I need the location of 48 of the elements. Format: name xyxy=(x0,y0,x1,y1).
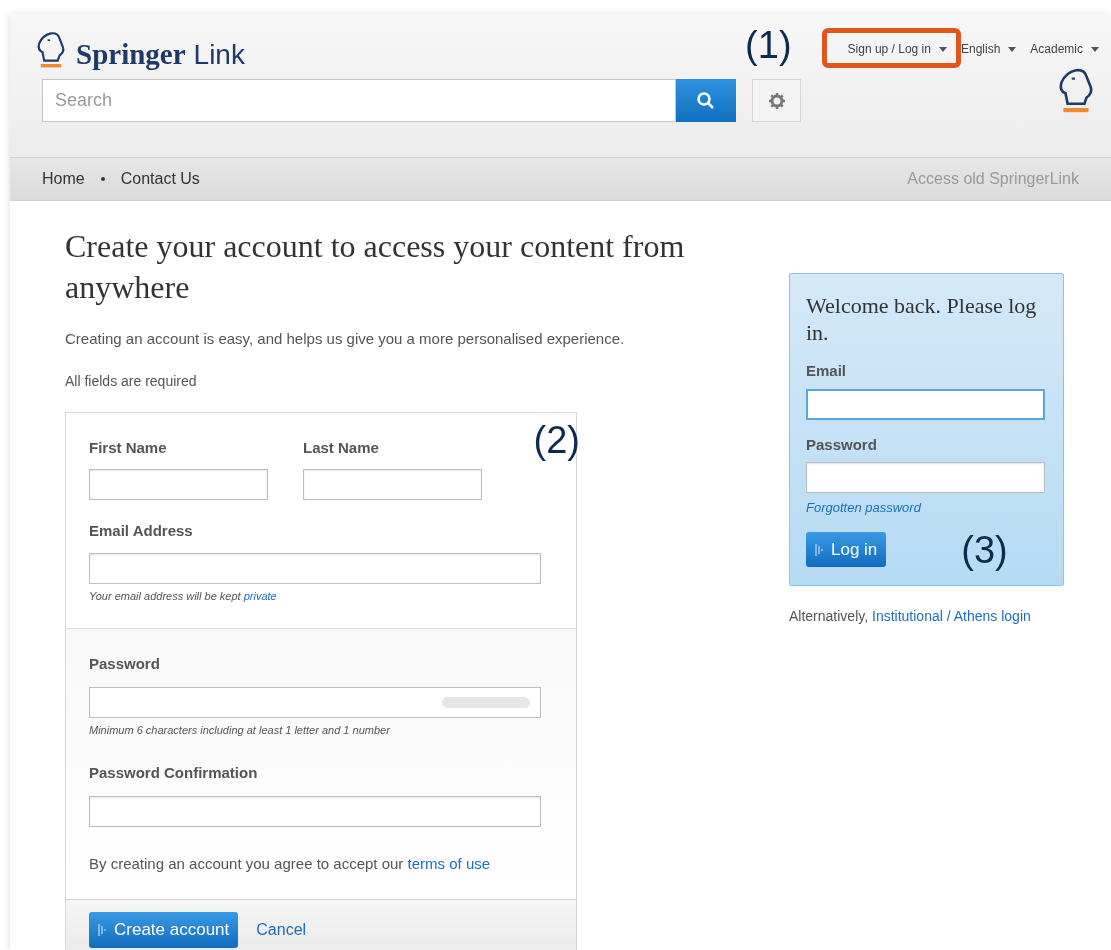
input-field[interactable] xyxy=(303,469,482,500)
field-label: Email Address xyxy=(89,521,194,541)
required-note: All fields are required xyxy=(65,371,198,391)
settings-button[interactable] xyxy=(752,79,801,123)
input-field[interactable] xyxy=(89,469,268,500)
institutional-login-link[interactable]: Institutional / Athens login xyxy=(872,607,1031,624)
terms-text: By creating an account you agree to accept our terms of use xyxy=(89,853,492,874)
create-account-button[interactable]: Create account xyxy=(89,912,239,948)
logo-text: Link xyxy=(193,41,245,70)
input-field[interactable] xyxy=(806,462,1045,493)
nav-link[interactable]: Home xyxy=(42,167,85,191)
password-field[interactable] xyxy=(89,686,541,718)
field-label: Last Name xyxy=(303,437,380,458)
menu-link[interactable]: Sign up / Log in xyxy=(847,40,947,58)
field-label: Password xyxy=(806,434,878,455)
field-label: First Name xyxy=(89,437,168,458)
login-button[interactable]: Log in xyxy=(806,532,887,567)
forgotten-password-link[interactable]: Forgotten password xyxy=(806,498,1047,518)
intro-text: Creating an account is easy, and helps us give you a more personalised experience. xyxy=(65,329,626,349)
callout-label: (1) xyxy=(745,26,792,64)
settings-icon xyxy=(767,91,786,110)
hint-text: Minimum 6 characters including at least 1 letter and 1 number xyxy=(89,722,391,738)
logo-text: Springer xyxy=(76,40,186,70)
callout-label: (2) xyxy=(533,420,580,459)
bullet-icon xyxy=(100,177,105,181)
terms-link[interactable]: terms of use xyxy=(407,854,491,872)
page-heading: Create your account to access your content from anywhere xyxy=(65,227,686,307)
search-field[interactable]: Search xyxy=(42,79,676,123)
search-button[interactable] xyxy=(676,79,736,123)
login-heading: Welcome back. Please log in. xyxy=(806,292,1038,346)
field-label: Password Confirmation xyxy=(89,763,259,783)
private-link[interactable]: private xyxy=(243,589,277,602)
caret-icon xyxy=(938,46,947,52)
menu-link[interactable]: English xyxy=(960,40,1017,58)
search-icon xyxy=(697,91,715,110)
input-field[interactable] xyxy=(806,388,1045,420)
input-field[interactable] xyxy=(89,795,541,827)
menu-link[interactable]: Academic xyxy=(1030,40,1099,58)
alternative-login-text: Alternatively, Institutional / Athens login xyxy=(789,606,1032,626)
caret-icon xyxy=(1091,46,1099,52)
caret-icon xyxy=(1008,46,1017,52)
callout-label: (3) xyxy=(961,530,1008,569)
cancel-link[interactable]: Cancel xyxy=(256,918,307,942)
field-label: Email xyxy=(806,361,848,381)
input-field[interactable] xyxy=(89,552,541,584)
hint-text: Your email address will be kept private xyxy=(89,588,278,604)
field-label: Password xyxy=(89,654,161,674)
nav-link[interactable]: Contact Us xyxy=(120,167,200,191)
